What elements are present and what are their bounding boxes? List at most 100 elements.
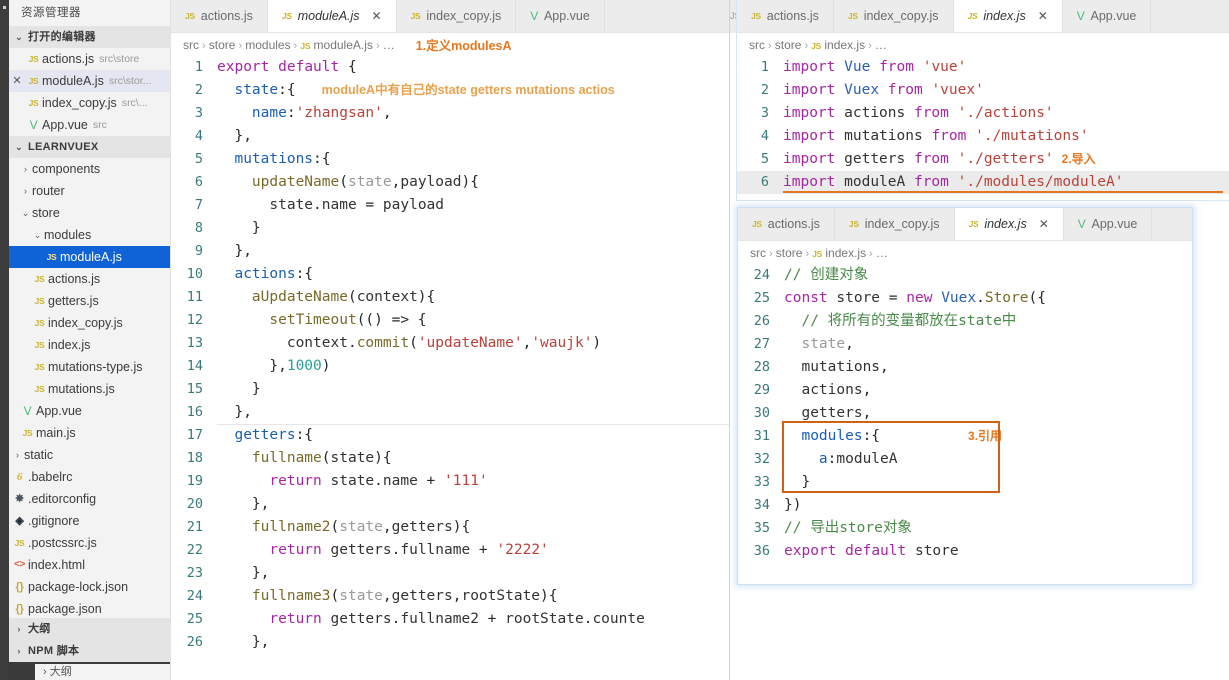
tree-item-static[interactable]: › static: [9, 444, 170, 466]
top-right-code-line[interactable]: 3 import actions from './actions': [737, 102, 1229, 125]
top-right-breadcrumb[interactable]: src › store › JS index.js › …: [737, 33, 1229, 56]
left-code-line[interactable]: 14 },1000): [171, 355, 729, 378]
left-tab-app-vue[interactable]: V App.vue: [516, 0, 605, 32]
bottom-right-code-line[interactable]: 36 export default store: [738, 540, 1192, 563]
close-icon[interactable]: ✕: [9, 70, 25, 92]
section-project[interactable]: ⌄ LEARNVUEX: [9, 136, 170, 158]
close-icon[interactable]: ✕: [1038, 9, 1048, 23]
open-editor-item-modulea-js[interactable]: ✕ JS moduleA.js src\stor...: [9, 70, 170, 92]
top-right-code-line[interactable]: 2 import Vuex from 'vuex': [737, 79, 1229, 102]
left-code-line[interactable]: 21 fullname2(state,getters){: [171, 516, 729, 539]
tree-item-store[interactable]: ⌄ store: [9, 202, 170, 224]
bottom-right-tab-app-vue[interactable]: V App.vue: [1063, 208, 1153, 240]
left-tab-actions-js[interactable]: JS actions.js: [171, 0, 268, 32]
left-breadcrumb-part[interactable]: …: [383, 38, 395, 52]
tree-item-modulea-js[interactable]: JS moduleA.js: [9, 246, 170, 268]
left-code-line[interactable]: 5 mutations:{: [171, 148, 729, 171]
bottom-right-breadcrumb[interactable]: src › store › JS index.js › …: [738, 241, 1192, 264]
left-code-line[interactable]: 6 updateName(state,payload){: [171, 171, 729, 194]
bottom-right-breadcrumb-part[interactable]: src: [750, 246, 766, 260]
left-code-line[interactable]: 8 }: [171, 217, 729, 240]
left-code-line[interactable]: 7 state.name = payload: [171, 194, 729, 217]
bottom-right-code-line[interactable]: 35 // 导出store对象: [738, 517, 1192, 540]
top-right-breadcrumb-part[interactable]: store: [775, 38, 802, 52]
open-editor-item-actions-js[interactable]: JS actions.js src\store: [9, 48, 170, 70]
left-tab-index_copy-js[interactable]: JS index_copy.js: [396, 0, 517, 32]
left-breadcrumb-part[interactable]: src: [183, 38, 199, 52]
bottom-right-code-line[interactable]: 25 const store = new Vuex.Store({: [738, 287, 1192, 310]
bottom-right-breadcrumb-part[interactable]: index.js: [825, 246, 866, 260]
close-icon[interactable]: ✕: [372, 9, 382, 23]
left-code-line[interactable]: 23 },: [171, 562, 729, 585]
section-open-editors[interactable]: ⌄ 打开的编辑器: [9, 26, 170, 48]
tree-item-mutations-type-js[interactable]: JS mutations-type.js: [9, 356, 170, 378]
tree-item-components[interactable]: › components: [9, 158, 170, 180]
left-code-line[interactable]: 26 },: [171, 631, 729, 654]
left-editor-code[interactable]: 1 export default {2 state:{moduleA中有自己的st…: [171, 56, 729, 680]
tree-item-main-js[interactable]: JS main.js: [9, 422, 170, 444]
top-right-editor-code[interactable]: 1 import Vue from 'vue' 2 import Vuex from …: [737, 56, 1229, 194]
tree-item-getters-js[interactable]: JS getters.js: [9, 290, 170, 312]
bottom-right-editor-code[interactable]: 24 // 创建对象 25 const store = new Vuex.Store(…: [738, 264, 1192, 563]
bottom-right-code-line[interactable]: 28 mutations,: [738, 356, 1192, 379]
bottom-right-breadcrumb-part[interactable]: store: [776, 246, 803, 260]
left-code-line[interactable]: 19 return state.name + '111': [171, 470, 729, 493]
bottom-right-code-line[interactable]: 29 actions,: [738, 379, 1192, 402]
left-breadcrumb-part[interactable]: store: [209, 38, 236, 52]
left-breadcrumb-part[interactable]: modules: [245, 38, 290, 52]
tree-item--editorconfig[interactable]: ✸ .editorconfig: [9, 488, 170, 510]
top-right-code-line[interactable]: 1 import Vue from 'vue': [737, 56, 1229, 79]
bottom-right-editor-tabbar[interactable]: JS actions.js JS index_copy.js JS index.js ✕ V A…: [738, 208, 1192, 241]
left-code-line[interactable]: 18 fullname(state){: [171, 447, 729, 470]
left-code-line[interactable]: 20 },: [171, 493, 729, 516]
top-right-tab-actions-js[interactable]: JS actions.js: [737, 0, 834, 32]
top-right-tab-app-vue[interactable]: V App.vue: [1062, 0, 1152, 32]
left-code-line[interactable]: 9 },: [171, 240, 729, 263]
top-right-code-line[interactable]: 5 import getters from './getters' 2.导入: [737, 148, 1229, 171]
left-code-line[interactable]: 15 }: [171, 378, 729, 401]
left-breadcrumb-part[interactable]: moduleA.js: [314, 38, 373, 52]
tree-item-mutations-js[interactable]: JS mutations.js: [9, 378, 170, 400]
bottom-right-code-line[interactable]: 26 // 将所有的变量都放在state中: [738, 310, 1192, 333]
top-right-breadcrumb-part[interactable]: …: [875, 38, 887, 52]
tree-item-package-json[interactable]: {} package.json: [9, 598, 170, 620]
bottom-right-code-line[interactable]: 33 }: [738, 471, 1192, 494]
left-tab-modulea-js[interactable]: JS moduleA.js ✕: [267, 0, 397, 32]
tree-item-package-lock-json[interactable]: {} package-lock.json: [9, 576, 170, 598]
top-right-code-line[interactable]: 6 import moduleA from './modules/moduleA': [737, 171, 1229, 194]
explorer-sidebar[interactable]: 资源管理器 ⌄ 打开的编辑器 JS actions.js src\store ✕ JS m…: [9, 0, 171, 680]
left-code-line[interactable]: 4 },: [171, 125, 729, 148]
bottom-right-code-line[interactable]: 32 a:moduleA: [738, 448, 1192, 471]
top-right-breadcrumb-part[interactable]: index.js: [824, 38, 865, 52]
bottom-right-tab-actions-js[interactable]: JS actions.js: [738, 208, 835, 240]
top-right-editor-tabbar[interactable]: JS actions.js JS index_copy.js JS index.js ✕ V A…: [737, 0, 1229, 33]
left-code-line[interactable]: 1 export default {: [171, 56, 729, 79]
top-right-editor-pane[interactable]: JS actions.js JS index_copy.js JS index.js ✕ V A…: [737, 0, 1229, 200]
bottom-right-tab-index_copy-js[interactable]: JS index_copy.js: [834, 208, 955, 240]
tree-item-modules[interactable]: ⌄ modules: [9, 224, 170, 246]
tree-item-index-html[interactable]: <> index.html: [9, 554, 170, 576]
tree-item-index_copy-js[interactable]: JS index_copy.js: [9, 312, 170, 334]
bottom-right-code-line[interactable]: 30 getters,: [738, 402, 1192, 425]
left-breadcrumb[interactable]: src › store › modules › JS moduleA.js › …: [171, 33, 729, 56]
file-tree[interactable]: › components › router ⌄ store ⌄ modules JS module…: [9, 158, 170, 620]
bottom-right-code-line[interactable]: 27 state,: [738, 333, 1192, 356]
bottom-right-editor-pane[interactable]: JS actions.js JS index_copy.js JS index.js ✕ V A…: [737, 207, 1193, 585]
bottom-right-breadcrumb-part[interactable]: …: [876, 246, 888, 260]
top-right-tab-index-js[interactable]: JS index.js ✕: [953, 0, 1063, 32]
tree-item--postcssrc-js[interactable]: JS .postcssrc.js: [9, 532, 170, 554]
left-code-line[interactable]: 13 context.commit('updateName','waujk'): [171, 332, 729, 355]
open-editor-item-index_copy-js[interactable]: JS index_copy.js src\...: [9, 92, 170, 114]
tree-item-app-vue[interactable]: V App.vue: [9, 400, 170, 422]
left-code-line[interactable]: 12 setTimeout(() => {: [171, 309, 729, 332]
bottom-right-code-line[interactable]: 24 // 创建对象: [738, 264, 1192, 287]
left-code-line[interactable]: 2 state:{moduleA中有自己的state getters mutat…: [171, 79, 729, 102]
tree-item-router[interactable]: › router: [9, 180, 170, 202]
collapsed-sections[interactable]: › 大纲 › NPM 脚本: [9, 618, 170, 662]
left-code-line[interactable]: 3 name:'zhangsan',: [171, 102, 729, 125]
open-editor-item-app-vue[interactable]: V App.vue src: [9, 114, 170, 136]
left-code-line[interactable]: 17 getters:{: [171, 424, 729, 447]
section-NPM 脚本[interactable]: › NPM 脚本: [9, 640, 170, 662]
left-code-line[interactable]: 24 fullname3(state,getters,rootState){: [171, 585, 729, 608]
section-大纲[interactable]: › 大纲: [9, 618, 170, 640]
